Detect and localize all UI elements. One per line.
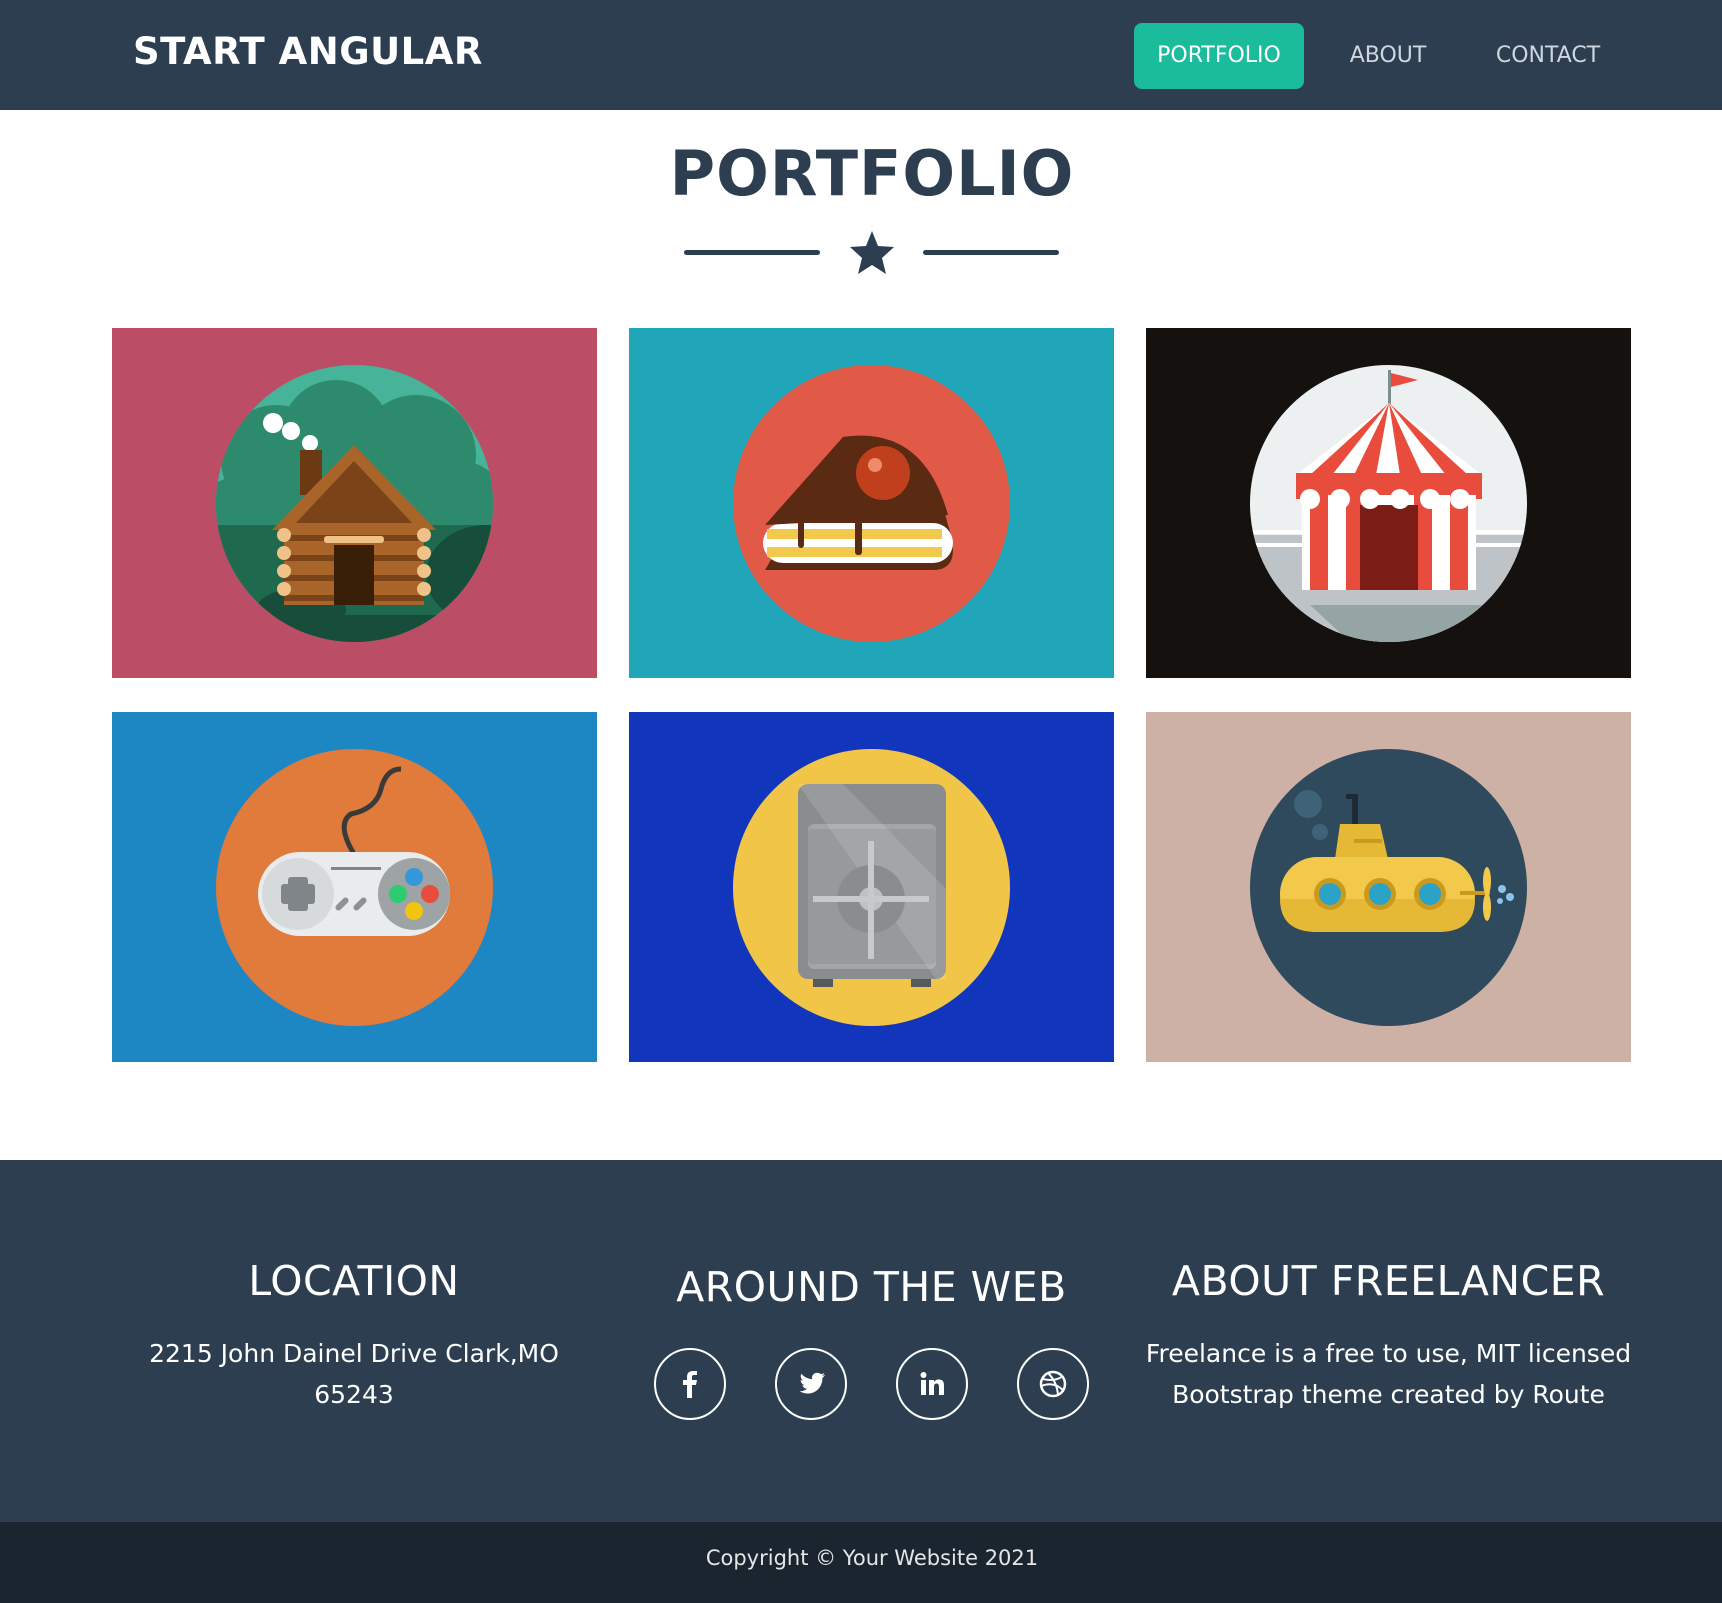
portfolio-item-circus[interactable] — [1146, 328, 1631, 678]
twitter-icon — [799, 1372, 825, 1394]
star-icon — [850, 231, 894, 274]
footer-location: LOCATION 2215 John Dainel Drive Clark,MO… — [122, 1257, 586, 1415]
about-heading: ABOUT FREELANCER — [1171, 1257, 1606, 1305]
divider-right — [923, 250, 1059, 255]
facebook-button[interactable] — [654, 1348, 726, 1420]
nav-portfolio[interactable]: PORTFOLIO — [1134, 23, 1304, 89]
nav-contact[interactable]: CONTACT — [1483, 23, 1613, 89]
copyright-bar: Copyright © Your Website 2021 — [0, 1522, 1722, 1603]
linkedin-button[interactable] — [896, 1348, 968, 1420]
about-text: Freelance is a free to use, MIT licensed… — [1145, 1339, 1632, 1409]
brand-logo[interactable]: START ANGULAR — [133, 30, 483, 73]
dribbble-button[interactable] — [1017, 1348, 1089, 1420]
portfolio-item-submarine[interactable] — [1146, 712, 1631, 1062]
cake-icon — [733, 365, 1010, 642]
portfolio-item-cake[interactable] — [629, 328, 1114, 678]
footer-web: AROUND THE WEB — [629, 1263, 1114, 1311]
submarine-icon — [1250, 749, 1527, 1026]
footer-about: ABOUT FREELANCER Freelance is a free to … — [1136, 1257, 1641, 1415]
location-address: 2215 John Dainel Drive Clark,MO 65243 — [149, 1339, 559, 1409]
nav-about[interactable]: ABOUT — [1335, 23, 1441, 89]
portfolio-item-controller[interactable] — [112, 712, 597, 1062]
cabin-icon — [216, 365, 493, 642]
web-heading: AROUND THE WEB — [676, 1263, 1067, 1311]
portfolio-item-cabin[interactable] — [112, 328, 597, 678]
twitter-button[interactable] — [775, 1348, 847, 1420]
page-title: PORTFOLIO — [669, 137, 1075, 210]
safe-icon — [733, 749, 1010, 1026]
circus-tent-icon — [1250, 365, 1527, 642]
game-controller-icon — [216, 749, 493, 1026]
facebook-icon — [683, 1371, 697, 1398]
location-heading: LOCATION — [248, 1257, 460, 1305]
copyright-text: Copyright © Your Website 2021 — [705, 1546, 1039, 1570]
portfolio-item-safe[interactable] — [629, 712, 1114, 1062]
divider-left — [684, 250, 820, 255]
linkedin-icon — [920, 1372, 944, 1395]
navbar: START ANGULAR PORTFOLIO ABOUT CONTACT — [0, 0, 1722, 110]
footer: LOCATION 2215 John Dainel Drive Clark,MO… — [0, 1160, 1722, 1522]
dribbble-icon — [1039, 1370, 1067, 1398]
